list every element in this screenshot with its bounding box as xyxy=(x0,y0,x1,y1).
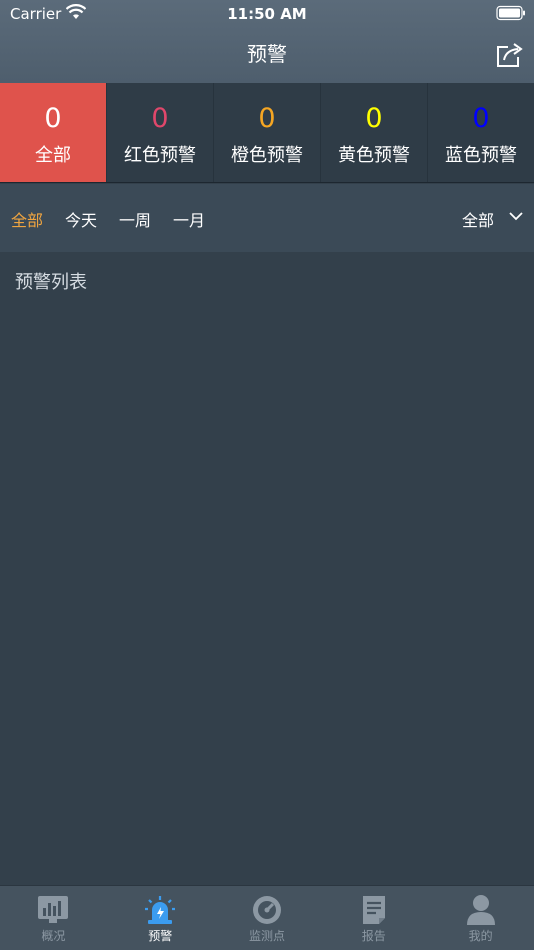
user-icon xyxy=(466,895,495,925)
tab-all[interactable]: 0 全部 xyxy=(0,83,107,182)
filter-week[interactable]: 一周 xyxy=(119,207,151,231)
tab-count: 0 xyxy=(472,103,490,134)
tab-blue[interactable]: 0 蓝色预警 xyxy=(428,83,534,182)
filter-dropdown[interactable]: 全部 xyxy=(462,207,494,231)
tabbar-label: 监测点 xyxy=(248,929,285,943)
status-bar: Carrier 11:50 AM xyxy=(0,0,534,28)
tabbar-item-monitor[interactable]: 监测点 xyxy=(214,886,321,950)
page-title: 预警 xyxy=(247,42,287,66)
tab-label: 红色预警 xyxy=(124,145,196,166)
alarm-icon xyxy=(145,896,176,924)
tab-label: 橙色预警 xyxy=(231,145,303,166)
chevron-down-icon[interactable] xyxy=(508,209,524,223)
filter-all[interactable]: 全部 xyxy=(11,207,43,231)
share-icon[interactable] xyxy=(494,40,524,70)
tab-count: 0 xyxy=(151,103,169,134)
tab-orange[interactable]: 0 橙色预警 xyxy=(214,83,321,182)
tabbar-label: 我的 xyxy=(468,929,493,943)
alert-level-tabs: 0 全部 0 红色预警 0 橙色预警 0 黄色预警 0 蓝色预警 xyxy=(0,83,534,183)
report-icon xyxy=(362,896,385,924)
tabbar-item-mine[interactable]: 我的 xyxy=(427,886,534,950)
filter-month[interactable]: 一月 xyxy=(173,207,205,231)
tabbar-item-report[interactable]: 报告 xyxy=(320,886,427,950)
tab-label: 蓝色预警 xyxy=(445,145,517,166)
tabbar-label: 预警 xyxy=(148,929,173,943)
battery-icon xyxy=(496,5,525,21)
tabbar-label: 报告 xyxy=(361,929,386,943)
bottom-tab-bar: 概况 预警 监测点 报告 我的 xyxy=(0,885,534,950)
chart-icon xyxy=(38,896,69,923)
time-filter-bar: 全部 今天 一周 一月 全部 xyxy=(0,184,534,252)
tab-yellow[interactable]: 0 黄色预警 xyxy=(321,83,428,182)
tab-count: 0 xyxy=(365,103,383,134)
tab-red[interactable]: 0 红色预警 xyxy=(107,83,214,182)
tab-label: 黄色预警 xyxy=(338,145,410,166)
tabbar-label: 概况 xyxy=(41,929,66,943)
tabbar-item-overview[interactable]: 概况 xyxy=(0,886,107,950)
tab-label: 全部 xyxy=(35,145,71,166)
list-heading: 预警列表 xyxy=(15,272,87,293)
tabbar-item-alerts[interactable]: 预警 xyxy=(107,886,214,950)
gauge-icon xyxy=(252,896,281,924)
tab-count: 0 xyxy=(258,103,276,134)
top-bar: Carrier 11:50 AM 预警 xyxy=(0,0,534,83)
status-time: 11:50 AM xyxy=(227,5,307,23)
filter-today[interactable]: 今天 xyxy=(65,207,97,231)
tab-count: 0 xyxy=(44,103,62,134)
